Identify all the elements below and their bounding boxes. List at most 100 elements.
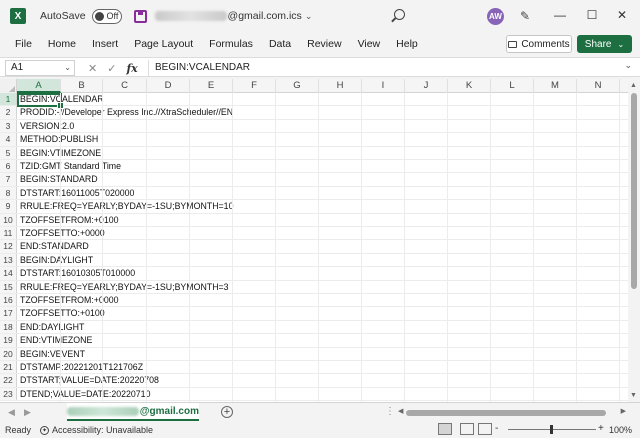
row-header[interactable]: 11 bbox=[0, 227, 17, 240]
column-header-d[interactable]: D bbox=[147, 79, 190, 93]
row-header[interactable]: 4 bbox=[0, 133, 17, 146]
expand-formula-icon[interactable]: ⌄ bbox=[624, 60, 632, 71]
column-header-k[interactable]: K bbox=[448, 79, 491, 93]
row-header[interactable]: 1 bbox=[0, 93, 17, 106]
zoom-level[interactable]: 100% bbox=[609, 425, 632, 435]
row-header[interactable]: 18 bbox=[0, 320, 17, 334]
tab-data[interactable]: Data bbox=[269, 38, 291, 50]
column-header-l[interactable]: L bbox=[491, 79, 534, 93]
name-box[interactable]: A1 ⌄ bbox=[5, 60, 75, 76]
scroll-down-icon[interactable]: ▼ bbox=[630, 392, 637, 399]
cell-a[interactable]: END:DAYLIGHT bbox=[20, 321, 84, 333]
cell-a[interactable]: BEGIN:DAYLIGHT bbox=[20, 254, 93, 266]
tab-insert[interactable]: Insert bbox=[92, 38, 118, 50]
row-header[interactable]: 8 bbox=[0, 186, 17, 200]
scroll-right-icon[interactable]: ▶ bbox=[621, 407, 626, 415]
insert-function-icon[interactable]: fx bbox=[126, 62, 137, 75]
page-layout-view-button[interactable] bbox=[460, 423, 474, 435]
cell-a[interactable]: RRULE:FREQ=YEARLY;BYDAY=-1SU;BYMONTH=3 bbox=[20, 281, 229, 293]
cell-a[interactable]: TZOFFSETTO:+0000 bbox=[20, 227, 105, 239]
search-icon[interactable] bbox=[394, 9, 405, 20]
row-header[interactable]: 12 bbox=[0, 240, 17, 253]
zoom-out-button[interactable]: - bbox=[495, 423, 498, 434]
column-header-e[interactable]: E bbox=[190, 79, 233, 93]
column-header-g[interactable]: G bbox=[276, 79, 319, 93]
cell-a[interactable]: RRULE:FREQ=YEARLY;BYDAY=-1SU;BYMONTH=10 bbox=[20, 200, 233, 212]
tab-formulas[interactable]: Formulas bbox=[209, 38, 253, 50]
cell-a[interactable]: END:STANDARD bbox=[20, 240, 89, 252]
row-header[interactable]: 9 bbox=[0, 200, 17, 213]
row-header[interactable]: 7 bbox=[0, 173, 17, 186]
formula-input[interactable]: BEGIN:VCALENDAR bbox=[148, 60, 250, 76]
zoom-slider-thumb[interactable] bbox=[550, 425, 553, 434]
row-header[interactable]: 22 bbox=[0, 374, 17, 387]
cell-a[interactable]: DTSTART:16011005T020000 bbox=[20, 187, 134, 199]
cell-a[interactable]: VERSION:2.0 bbox=[20, 120, 74, 132]
tab-page-layout[interactable]: Page Layout bbox=[134, 38, 193, 50]
column-header-m[interactable]: M bbox=[534, 79, 577, 93]
avatar[interactable]: AW bbox=[487, 8, 504, 25]
autosave-toggle[interactable]: Off bbox=[91, 8, 122, 24]
cell-a[interactable]: TZOFFSETFROM:+0000 bbox=[20, 294, 119, 306]
tab-review[interactable]: Review bbox=[307, 38, 341, 50]
row-header[interactable]: 19 bbox=[0, 334, 17, 347]
pen-icon[interactable]: ✎ bbox=[520, 10, 532, 22]
sheet-tab-active[interactable]: @gmail.com bbox=[67, 403, 199, 421]
prev-sheet-icon[interactable]: ◀ bbox=[8, 407, 15, 418]
column-header-f[interactable]: F bbox=[233, 79, 276, 93]
normal-view-button[interactable] bbox=[438, 423, 452, 435]
row-header[interactable]: 23 bbox=[0, 387, 17, 401]
cell-a[interactable]: TZOFFSETFROM:+0100 bbox=[20, 214, 119, 226]
scroll-up-icon[interactable]: ▲ bbox=[630, 82, 637, 89]
column-header-a[interactable]: A bbox=[17, 79, 61, 93]
add-sheet-button[interactable]: + bbox=[221, 406, 233, 418]
tab-help[interactable]: Help bbox=[396, 38, 418, 50]
next-sheet-icon[interactable]: ▶ bbox=[24, 407, 31, 418]
share-button[interactable]: Share ⌄ bbox=[577, 35, 632, 53]
more-options-icon[interactable]: ⋮ bbox=[385, 406, 395, 417]
file-name[interactable]: @gmail.com.ics ⌄ bbox=[154, 10, 312, 22]
cell-a[interactable]: DTEND;VALUE=DATE:20220710 bbox=[20, 388, 150, 400]
cell-a[interactable]: PRODID:-//Developer Express Inc.//XtraSc… bbox=[20, 106, 233, 118]
maximize-icon[interactable]: ☐ bbox=[585, 8, 599, 22]
cell-a[interactable]: BEGIN:STANDARD bbox=[20, 173, 98, 185]
cell-a[interactable]: DTSTART;VALUE=DATE:20220708 bbox=[20, 374, 159, 386]
cancel-icon[interactable]: ✕ bbox=[88, 62, 97, 75]
row-header[interactable]: 21 bbox=[0, 361, 17, 374]
spreadsheet-grid[interactable]: ABCDEFGHIJKLMN 1 BEGIN:VCALENDAR 2 PRODID:-… bbox=[0, 79, 628, 402]
enter-icon[interactable]: ✓ bbox=[107, 62, 116, 75]
cell-a[interactable]: TZOFFSETTO:+0100 bbox=[20, 307, 105, 319]
cell-a[interactable]: DTSTAMP:20221201T121706Z bbox=[20, 361, 143, 373]
row-header[interactable]: 13 bbox=[0, 253, 17, 267]
page-break-view-button[interactable] bbox=[478, 423, 492, 435]
cell-a[interactable]: TZID:GMT Standard Time bbox=[20, 160, 121, 172]
scroll-left-icon[interactable]: ◀ bbox=[398, 407, 403, 415]
vertical-scrollbar[interactable]: ▲ ▼ bbox=[628, 79, 640, 402]
column-header-c[interactable]: C bbox=[103, 79, 147, 93]
row-header[interactable]: 3 bbox=[0, 119, 17, 133]
column-header-j[interactable]: J bbox=[405, 79, 448, 93]
select-all-corner[interactable] bbox=[0, 79, 17, 93]
row-header[interactable]: 5 bbox=[0, 146, 17, 159]
row-header[interactable]: 6 bbox=[0, 160, 17, 173]
cell-a[interactable]: END:VTIMEZONE bbox=[20, 334, 92, 346]
horizontal-scrollbar[interactable]: ◀ ▶ bbox=[398, 407, 626, 417]
tab-view[interactable]: View bbox=[358, 38, 381, 50]
minimize-icon[interactable]: — bbox=[553, 8, 567, 22]
row-header[interactable]: 10 bbox=[0, 213, 17, 226]
accessibility-status[interactable]: ✦ Accessibility: Unavailable bbox=[40, 425, 153, 435]
column-header-h[interactable]: H bbox=[319, 79, 362, 93]
comments-button[interactable]: Comments bbox=[506, 35, 572, 53]
close-icon[interactable]: ✕ bbox=[615, 8, 629, 22]
column-header-b[interactable]: B bbox=[61, 79, 103, 93]
save-icon[interactable] bbox=[133, 9, 147, 23]
column-header-i[interactable]: I bbox=[362, 79, 405, 93]
row-header[interactable]: 2 bbox=[0, 106, 17, 119]
cell-a[interactable]: BEGIN:VEVENT bbox=[20, 348, 85, 360]
tab-home[interactable]: Home bbox=[48, 38, 76, 50]
scroll-thumb[interactable] bbox=[631, 93, 637, 289]
cell-a[interactable]: DTSTART:16010305T010000 bbox=[20, 267, 135, 279]
row-header[interactable]: 16 bbox=[0, 294, 17, 307]
row-header[interactable]: 14 bbox=[0, 267, 17, 280]
zoom-in-button[interactable]: + bbox=[598, 423, 604, 434]
